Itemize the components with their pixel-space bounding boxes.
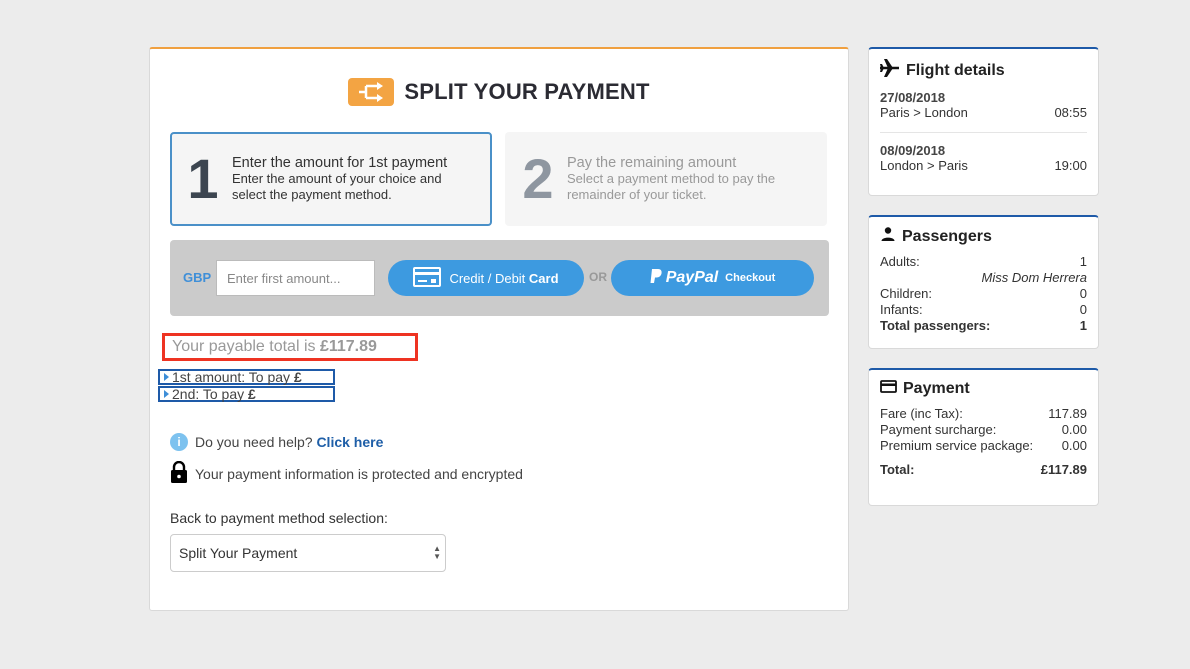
or-separator: OR bbox=[589, 270, 607, 284]
paypal-checkout-label: Checkout bbox=[725, 272, 776, 284]
step-title: Enter the amount for 1st payment bbox=[232, 155, 448, 171]
flight-route: Paris > London bbox=[880, 105, 968, 120]
children-label: Children: bbox=[880, 286, 933, 301]
secure-text: Your payment information is protected an… bbox=[195, 465, 523, 482]
paypal-logo-icon bbox=[650, 269, 662, 287]
first-amount-label: 1st amount: To pay bbox=[172, 369, 294, 385]
airplane-icon bbox=[880, 59, 900, 82]
help-link[interactable]: Click here bbox=[316, 434, 383, 450]
page-header: SPLIT YOUR PAYMENT bbox=[150, 78, 848, 106]
step-title: Pay the remaining amount bbox=[567, 155, 737, 171]
flight-leg: 27/08/2018 Paris > London 08:55 bbox=[880, 90, 1087, 121]
passenger-name: Miss Dom Herrera bbox=[981, 270, 1087, 285]
card-button-label: Credit / Debit bbox=[449, 270, 529, 286]
lock-icon bbox=[170, 460, 188, 486]
step-number: 1 bbox=[187, 147, 219, 210]
currency-symbol: £ bbox=[293, 369, 302, 385]
secure-info-row: Your payment information is protected an… bbox=[170, 460, 523, 486]
currency-label: GBP bbox=[183, 270, 212, 285]
first-amount-input[interactable] bbox=[216, 260, 375, 296]
flight-details-title: Flight details bbox=[906, 61, 1005, 79]
split-arrows-icon bbox=[348, 78, 395, 106]
select-arrows-icon: ▲ ▼ bbox=[433, 544, 441, 561]
credit-card-icon bbox=[413, 266, 442, 290]
fare-value: 117.89 bbox=[1048, 406, 1087, 421]
flight-time: 19:00 bbox=[1054, 158, 1087, 173]
children-count: 0 bbox=[1079, 286, 1087, 301]
payment-method-bar: GBP Credit / Debit Card OR PayPal Check bbox=[170, 240, 829, 316]
adults-count: 1 bbox=[1079, 254, 1087, 269]
credit-card-icon bbox=[880, 380, 897, 398]
step-description: Enter the amount of your choice and sele… bbox=[232, 171, 442, 202]
payable-total: Your payable total is £117.89 bbox=[162, 333, 418, 361]
payment-method-select[interactable]: Split Your Payment ▲ ▼ bbox=[170, 534, 446, 572]
infants-label: Infants: bbox=[880, 302, 923, 317]
split-payment-card: SPLIT YOUR PAYMENT 1 Enter the amount fo… bbox=[149, 47, 849, 611]
total-passengers-label: Total passengers: bbox=[880, 318, 991, 333]
second-amount-label: 2nd: To pay bbox=[172, 386, 249, 402]
surcharge-value: 0.00 bbox=[1061, 422, 1087, 437]
flight-date: 27/08/2018 bbox=[880, 90, 946, 105]
currency-symbol: £ bbox=[248, 386, 256, 402]
page-title: SPLIT YOUR PAYMENT bbox=[404, 79, 650, 104]
step-2-panel: 2 Pay the remaining amount Select a paym… bbox=[505, 132, 827, 226]
selected-payment-method: Split Your Payment bbox=[179, 545, 298, 561]
infants-count: 0 bbox=[1079, 302, 1087, 317]
credit-debit-card-button[interactable]: Credit / Debit Card bbox=[388, 260, 584, 296]
payment-title: Payment bbox=[903, 380, 970, 397]
back-selection-label: Back to payment method selection: bbox=[170, 510, 388, 526]
flight-leg: 08/09/2018 London > Paris 19:00 bbox=[880, 143, 1087, 174]
help-row: i Do you need help? Click here bbox=[170, 433, 383, 451]
adults-label: Adults: bbox=[880, 254, 920, 269]
paypal-brand-label: PayPal bbox=[665, 269, 719, 286]
step-number: 2 bbox=[522, 147, 554, 210]
person-icon bbox=[880, 227, 896, 246]
payment-total-value: £117.89 bbox=[1040, 462, 1087, 477]
premium-value: 0.00 bbox=[1061, 438, 1087, 453]
caret-right-icon bbox=[164, 373, 169, 381]
total-prefix: Your payable total is bbox=[172, 338, 320, 355]
surcharge-label: Payment surcharge: bbox=[880, 422, 997, 437]
paypal-checkout-button[interactable]: PayPal Checkout bbox=[611, 260, 814, 296]
step-1-panel: 1 Enter the amount for 1st payment Enter… bbox=[170, 132, 492, 226]
passengers-card: Passengers Adults: 1 Miss Dom Herrera Chi… bbox=[868, 215, 1099, 349]
flight-time: 08:55 bbox=[1054, 105, 1087, 120]
flight-route: London > Paris bbox=[880, 158, 968, 173]
info-icon: i bbox=[170, 433, 188, 451]
total-amount: £117.89 bbox=[319, 338, 377, 355]
step-description: Select a payment method to pay the remai… bbox=[567, 171, 776, 202]
first-amount-line[interactable]: 1st amount: To pay £ bbox=[158, 369, 335, 385]
total-passengers-count: 1 bbox=[1079, 318, 1087, 333]
second-amount-line[interactable]: 2nd: To pay £ bbox=[158, 386, 335, 402]
card-button-label-bold: Card bbox=[528, 270, 559, 286]
fare-label: Fare (inc Tax): bbox=[880, 406, 963, 421]
passengers-title: Passengers bbox=[902, 227, 992, 245]
flight-date: 08/09/2018 bbox=[880, 143, 946, 158]
premium-label: Premium service package: bbox=[880, 438, 1034, 453]
divider bbox=[880, 132, 1087, 133]
caret-right-icon bbox=[164, 390, 169, 398]
flight-details-card: Flight details 27/08/2018 Paris > London… bbox=[868, 47, 1099, 196]
help-text: Do you need help? bbox=[195, 434, 317, 450]
payment-summary-card: Payment Fare (inc Tax): 117.89 Payment su… bbox=[868, 368, 1099, 506]
payment-total-label: Total: bbox=[880, 462, 915, 477]
